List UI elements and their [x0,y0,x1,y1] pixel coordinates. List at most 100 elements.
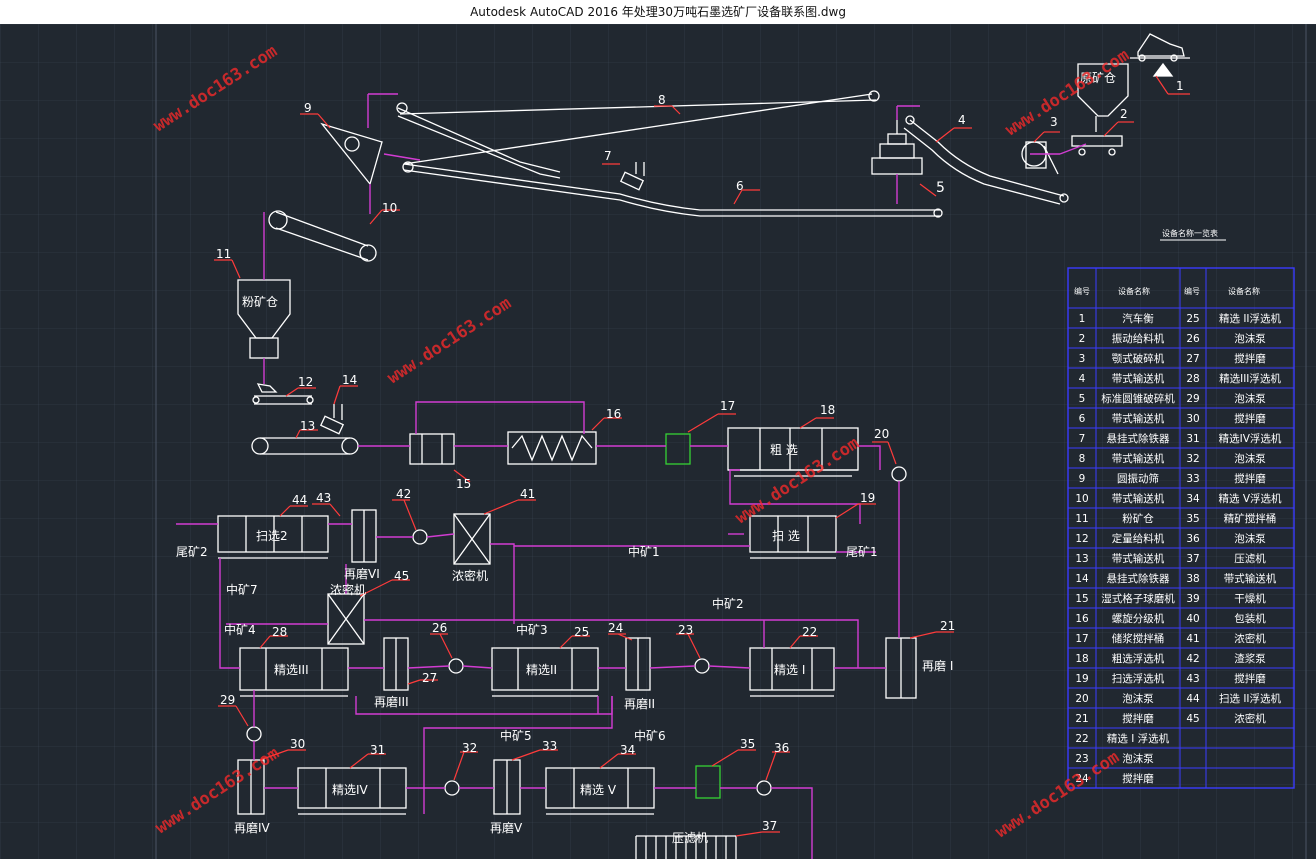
svg-text:扫 选: 扫 选 [772,529,800,543]
table-cell-number: 35 [1186,513,1199,525]
table-cell-number: 3 [1079,353,1086,365]
svg-text:23: 23 [678,623,693,637]
svg-text:31: 31 [370,743,385,757]
svg-text:再磨VI: 再磨VI [344,567,380,581]
table-cell-name: 干燥机 [1234,592,1266,605]
window-title: Autodesk AutoCAD 2016 年处理30万吨石墨选矿厂设备联系图.… [0,0,1316,24]
table-cell-name: 泡沫泵 [1234,532,1266,545]
table-cell-name: 湿式格子球磨机 [1101,592,1175,605]
table-cell-name: 定量给料机 [1112,532,1165,545]
table-cell-name: 螺旋分级机 [1112,612,1165,625]
svg-text:粗 选: 粗 选 [770,443,798,457]
table-cell-name: 带式输送机 [1112,372,1165,385]
svg-text:35: 35 [740,737,755,751]
svg-text:2: 2 [1120,107,1128,121]
svg-text:17: 17 [720,399,735,413]
svg-text:14: 14 [342,373,357,387]
table-cell-number: 14 [1075,573,1089,585]
svg-text:37: 37 [762,819,777,833]
svg-text:中矿6: 中矿6 [634,728,666,743]
svg-text:中矿4: 中矿4 [224,622,256,637]
table-cell-name: 压滤机 [1234,552,1266,565]
svg-text:19: 19 [860,491,875,505]
svg-text:16: 16 [606,407,621,421]
svg-text:再磨V: 再磨V [490,821,523,835]
table-cell-name: 带式输送机 [1112,412,1165,425]
table-cell-number: 41 [1186,633,1199,645]
table-cell-number: 28 [1186,373,1199,385]
table-cell-name: 粉矿仓 [1122,512,1154,525]
table-cell-name: 带式输送机 [1112,452,1165,465]
table-cell-number: 17 [1075,633,1088,645]
svg-text:设备名称: 设备名称 [1228,286,1260,296]
drawing-canvas[interactable]: 1 2 3 4 5 6 7 8 9 10 11 12 14 13 15 16 1… [0,24,1316,859]
svg-text:28: 28 [272,625,287,639]
table-cell-number: 21 [1075,713,1088,725]
svg-text:22: 22 [802,625,817,639]
table-cell-number: 45 [1186,713,1199,725]
table-cell-name: 粗选浮选机 [1112,652,1165,665]
table-cell-number: 8 [1079,453,1086,465]
svg-text:浓密机: 浓密机 [330,582,366,597]
svg-text:21: 21 [940,619,955,633]
svg-text:中矿7: 中矿7 [226,582,258,597]
table-cell-name: 圆振动筛 [1117,472,1159,485]
svg-text:中矿3: 中矿3 [516,622,548,637]
svg-text:27: 27 [422,671,437,685]
svg-text:6: 6 [736,179,744,193]
table-cell-number: 26 [1186,333,1200,345]
table-cell-number: 40 [1186,613,1199,625]
table-cell-name: 精矿搅拌桶 [1224,512,1277,525]
table-cell-name: 精选 II浮选机 [1219,312,1282,325]
table-cell-number: 1 [1079,313,1086,325]
svg-text:18: 18 [820,403,835,417]
table-cell-number: 43 [1186,673,1199,685]
table-cell-name: 扫选 II浮选机 [1219,692,1282,705]
svg-text:10: 10 [382,201,397,215]
table-cell-name: 悬挂式除铁器 [1107,572,1170,585]
table-cell-number: 5 [1079,393,1086,405]
svg-text:25: 25 [574,625,589,639]
svg-text:43: 43 [316,491,331,505]
svg-text:12: 12 [298,375,313,389]
table-cell-number: 22 [1075,733,1088,745]
table-cell-number: 36 [1186,533,1200,545]
svg-text:3: 3 [1050,115,1058,129]
svg-text:45: 45 [394,569,409,583]
svg-text:压滤机: 压滤机 [672,831,708,845]
table-cell-number: 7 [1079,433,1086,445]
svg-text:中矿1: 中矿1 [628,544,660,559]
svg-text:再磨II: 再磨II [624,697,655,711]
svg-text:精选IV: 精选IV [332,783,369,797]
svg-text:再磨 I: 再磨 I [922,659,953,673]
table-cell-name: 搅拌磨 [1122,772,1154,785]
table-cell-name: 带式输送机 [1224,572,1277,585]
svg-text:34: 34 [620,743,635,757]
table-cell-number: 11 [1075,513,1088,525]
table-cell-name: 渣浆泵 [1234,652,1266,665]
svg-text:13: 13 [300,419,315,433]
table-cell-number: 29 [1186,393,1199,405]
svg-text:8: 8 [658,93,666,107]
table-cell-number: 19 [1075,673,1088,685]
table-cell-name: 搅拌磨 [1234,672,1266,685]
table-cell-number: 2 [1079,333,1086,345]
svg-text:44: 44 [292,493,307,507]
svg-text:24: 24 [608,621,623,635]
table-cell-name: 悬挂式除铁器 [1107,432,1170,445]
svg-text:编号: 编号 [1184,286,1200,296]
table-cell-number: 6 [1079,413,1086,425]
table-cell-name: 泡沫泵 [1122,692,1154,705]
table-cell-name: 泡沫泵 [1234,452,1266,465]
table-cell-number: 38 [1186,573,1199,585]
table-cell-number: 37 [1186,553,1199,565]
table-cell-number: 42 [1186,653,1199,665]
table-cell-name: 颚式破碎机 [1112,352,1165,365]
table-cell-name: 带式输送机 [1112,552,1165,565]
table-cell-number: 32 [1186,453,1199,465]
table-cell-name: 精选IV浮选机 [1219,432,1282,445]
table-cell-name: 泡沫泵 [1234,392,1266,405]
table-cell-name: 包装机 [1234,612,1266,625]
svg-text:尾矿1: 尾矿1 [846,545,878,559]
svg-text:再磨III: 再磨III [374,695,409,709]
